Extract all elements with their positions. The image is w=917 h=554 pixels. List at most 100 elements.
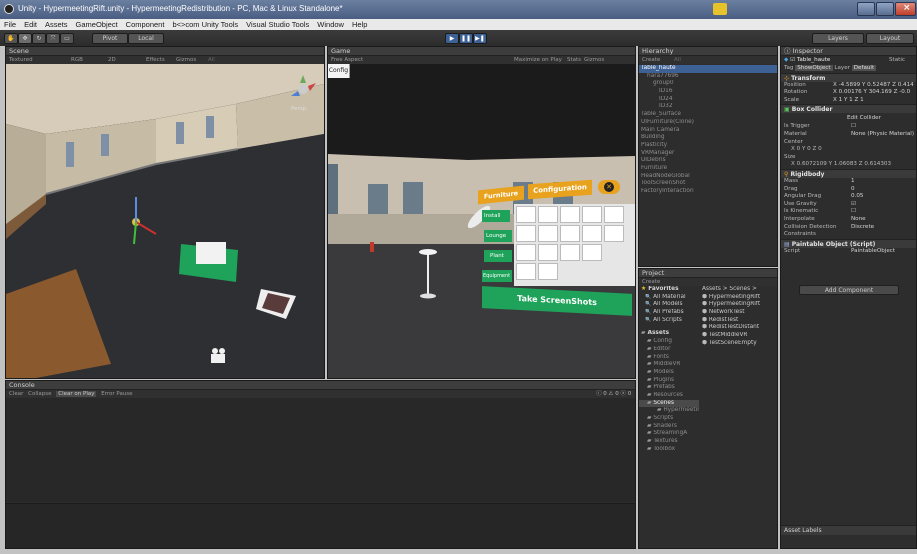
folder-item[interactable]: ▰ Hypermeeting bbox=[639, 407, 699, 415]
game-viewport[interactable]: Config Furniture Configuration ✕ Install… bbox=[328, 64, 635, 378]
furniture-item[interactable] bbox=[538, 206, 558, 223]
folder-item[interactable]: ▰ Config bbox=[639, 338, 699, 346]
hierarchy-item[interactable]: HeadNodeGlobal bbox=[639, 173, 777, 181]
furniture-item[interactable] bbox=[582, 206, 602, 223]
furniture-item[interactable] bbox=[560, 225, 580, 242]
pause-button[interactable]: ❚❚ bbox=[459, 33, 473, 44]
menu-edit[interactable]: Edit bbox=[20, 19, 41, 29]
file-item[interactable]: ⬢ HypermeetingRift bbox=[699, 294, 777, 302]
file-item[interactable]: ⬢ TestSceneEmpty bbox=[699, 340, 777, 348]
hierarchy-item[interactable]: Main Camera bbox=[639, 127, 777, 135]
favorite-item[interactable]: 🔍 All Material bbox=[639, 294, 699, 302]
close-button[interactable]: × bbox=[895, 2, 916, 16]
vr-tab-configuration[interactable]: Configuration bbox=[528, 179, 592, 200]
file-item[interactable]: ⬢ TestMiddleVR bbox=[699, 332, 777, 340]
material-field[interactable]: None (Physic Material) bbox=[851, 131, 914, 139]
hierarchy-item[interactable]: ID16 bbox=[639, 88, 777, 96]
folder-item[interactable]: ▰ Editor bbox=[639, 346, 699, 354]
transform-header[interactable]: ⊹ Transform bbox=[781, 72, 916, 82]
folder-item[interactable]: ▰ Plugins bbox=[639, 377, 699, 385]
furniture-item[interactable] bbox=[516, 206, 536, 223]
info-count-icon[interactable]: ⓘ bbox=[596, 391, 602, 397]
position-value[interactable]: X -4.5899 Y 0.52487 Z 0.414 bbox=[833, 82, 914, 90]
menu-help[interactable]: Help bbox=[348, 19, 371, 29]
folder-item[interactable]: ▰ Textures bbox=[639, 438, 699, 446]
hierarchy-item[interactable]: VRManager bbox=[639, 150, 777, 158]
is-trigger-checkbox[interactable]: ☐ bbox=[851, 123, 856, 131]
game-gizmos-dropdown[interactable]: Gizmos bbox=[584, 56, 604, 64]
size-value-row[interactable]: X 0.6072109 Y 1.06083 Z 0.614303 bbox=[781, 161, 916, 169]
scale-value[interactable]: X 1 Y 1 Z 1 bbox=[833, 97, 864, 105]
hierarchy-item[interactable]: ID24 bbox=[639, 96, 777, 104]
scene-color-mode[interactable]: RGB bbox=[71, 56, 83, 64]
vr-category-plant[interactable]: Plant bbox=[484, 250, 512, 262]
stats-toggle[interactable]: Stats bbox=[567, 56, 581, 64]
file-item[interactable]: ⬢ RedistTestDistant bbox=[699, 324, 777, 332]
hierarchy-item[interactable]: Plasticity bbox=[639, 142, 777, 150]
hierarchy-item[interactable]: group0 bbox=[639, 80, 777, 88]
pivot-toggle[interactable]: Pivot bbox=[92, 33, 128, 44]
furniture-item[interactable] bbox=[582, 244, 602, 261]
hand-tool-button[interactable]: ✋ bbox=[4, 33, 18, 44]
vr-close-button[interactable]: ✕ bbox=[598, 180, 620, 194]
folder-item[interactable]: ▰ Toolbox bbox=[639, 446, 699, 454]
folder-item[interactable]: ▰ MiddleVR bbox=[639, 361, 699, 369]
minimize-button[interactable] bbox=[857, 2, 875, 16]
folder-item[interactable]: ▰ Shaders bbox=[639, 423, 699, 431]
warning-count-icon[interactable]: ⚠ bbox=[609, 391, 614, 397]
menu-vs-tools[interactable]: Visual Studio Tools bbox=[242, 19, 313, 29]
folder-item[interactable]: ▰ Fonts bbox=[639, 354, 699, 362]
file-item[interactable]: ⬢ NetworkTest bbox=[699, 309, 777, 317]
favorite-item[interactable]: 🔍 All Prefabs bbox=[639, 309, 699, 317]
console-error-pause-button[interactable]: Error Pause bbox=[101, 391, 132, 397]
size-value[interactable]: X 0.6072109 Y 1.06083 Z 0.614303 bbox=[791, 161, 891, 167]
mass-field[interactable]: 1 bbox=[851, 178, 855, 186]
center-value[interactable]: X 0 Y 0 Z 0 bbox=[791, 146, 822, 152]
rotation-value[interactable]: X 0.00176 Y 304.169 Z -0.0 bbox=[833, 89, 910, 97]
is-kinematic-checkbox[interactable]: ☐ bbox=[851, 208, 856, 216]
hierarchy-item[interactable]: Table_haute bbox=[639, 65, 777, 73]
vr-category-install[interactable]: Install bbox=[482, 210, 510, 222]
rotate-tool-button[interactable]: ↻ bbox=[32, 33, 46, 44]
furniture-item[interactable] bbox=[516, 244, 536, 261]
hierarchy-item[interactable]: ID32 bbox=[639, 103, 777, 111]
folder-item[interactable]: ▰ Scenes bbox=[639, 399, 699, 408]
scene-orientation-gizmo[interactable] bbox=[288, 74, 318, 104]
folder-item[interactable]: ▰ StreamingA bbox=[639, 430, 699, 438]
rigidbody-header[interactable]: ⚲ Rigidbody bbox=[781, 168, 916, 178]
menu-bcom-tools[interactable]: b<>com Unity Tools bbox=[168, 19, 242, 29]
project-create-button[interactable]: Create bbox=[642, 279, 660, 285]
favorite-item[interactable]: 🔍 All Models bbox=[639, 301, 699, 309]
folder-item[interactable]: ▰ Models bbox=[639, 369, 699, 377]
scale-row[interactable]: Scale X 1 Y 1 Z 1 bbox=[781, 97, 916, 105]
box-collider-header[interactable]: ▣ Box Collider bbox=[781, 104, 916, 114]
hierarchy-item[interactable]: ToolScreenShot bbox=[639, 180, 777, 188]
maximize-button[interactable] bbox=[876, 2, 894, 16]
move-tool-button[interactable]: ✥ bbox=[18, 33, 32, 44]
menu-assets[interactable]: Assets bbox=[41, 19, 72, 29]
layer-dropdown[interactable]: Default bbox=[851, 65, 877, 71]
maximize-on-play-toggle[interactable]: Maximize on Play bbox=[514, 56, 562, 64]
hierarchy-tab[interactable]: Hierarchy bbox=[639, 47, 777, 56]
collision-dropdown[interactable]: Discrete bbox=[851, 224, 874, 232]
hierarchy-item[interactable]: Building bbox=[639, 134, 777, 142]
hierarchy-item[interactable]: UIFurniture(Clone) bbox=[639, 119, 777, 127]
furniture-item[interactable] bbox=[582, 225, 602, 242]
scale-tool-button[interactable]: ⤧ bbox=[46, 33, 60, 44]
furniture-item[interactable] bbox=[516, 225, 536, 242]
static-toggle[interactable]: Static bbox=[889, 56, 905, 65]
folder-item[interactable]: ▰ Scripts bbox=[639, 415, 699, 423]
console-log-area[interactable] bbox=[6, 398, 635, 502]
furniture-item[interactable] bbox=[604, 206, 624, 223]
favorites-header[interactable]: ★ Favorites bbox=[639, 286, 699, 294]
furniture-item[interactable] bbox=[538, 225, 558, 242]
scene-effects-dropdown[interactable]: Effects bbox=[146, 56, 165, 64]
hierarchy-search-input[interactable]: All bbox=[674, 57, 681, 63]
inspector-tab[interactable]: ⓘ Inspector bbox=[781, 47, 916, 56]
rect-tool-button[interactable]: ▭ bbox=[60, 33, 74, 44]
notification-icon[interactable] bbox=[713, 3, 727, 15]
menu-window[interactable]: Window bbox=[313, 19, 348, 29]
folder-item[interactable]: ▰ Resources bbox=[639, 392, 699, 400]
file-item[interactable]: ⬢ HypermeetingRift bbox=[699, 301, 777, 309]
edit-collider-button[interactable]: Edit Collider bbox=[847, 113, 881, 123]
